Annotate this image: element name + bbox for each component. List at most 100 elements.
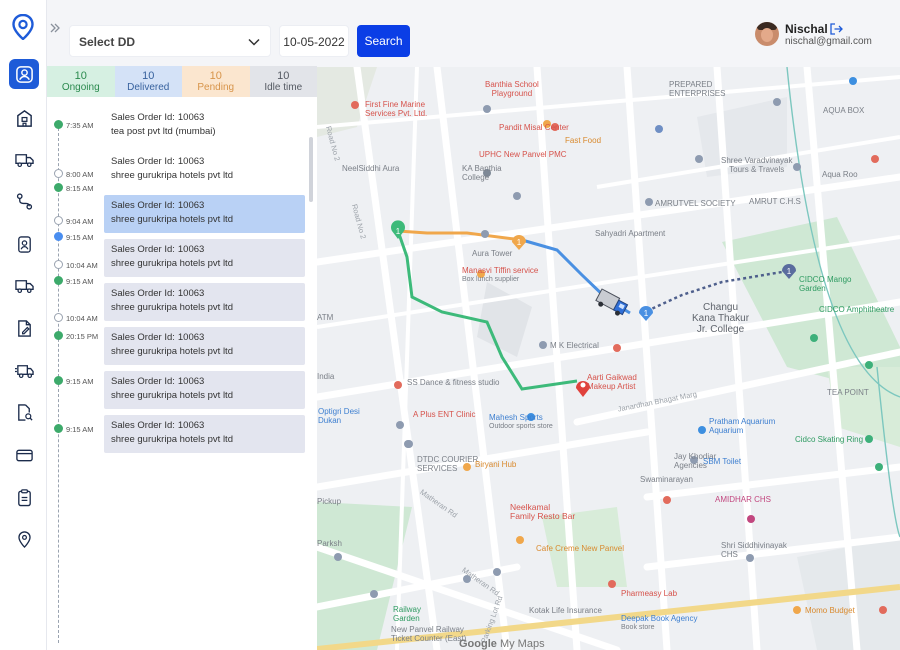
route-map[interactable]: 1 1 1 1 Banthia School Playground First … (317, 67, 900, 650)
timeline-dot (54, 424, 63, 433)
map-label: SS Dance & fitness studio (407, 378, 500, 387)
order-id-value: 10063 (177, 156, 205, 167)
map-label: Momo Budget (805, 606, 855, 615)
map-label: UPHC New Panvel PMC (479, 150, 567, 159)
map-label: A Plus ENT Clinic (413, 410, 476, 419)
map-label: KA Banthia College (462, 164, 502, 182)
tab-delivered-label: Delivered (127, 82, 170, 93)
nav-truck[interactable] (9, 270, 39, 300)
route-marker-label: 1 (787, 267, 792, 276)
map-label: AMRUTVEL SOCIETY (655, 199, 736, 208)
nav-route[interactable] (9, 186, 39, 216)
select-dd-dropdown[interactable]: Select DD (69, 25, 271, 57)
timeline-time: 9:04 AM (66, 217, 94, 226)
google-brand-text: Google (459, 638, 497, 650)
timeline-dot (54, 313, 63, 322)
nav-delivery[interactable] (9, 144, 39, 174)
order-id-value: 10063 (177, 332, 205, 343)
timeline-dot (54, 331, 63, 340)
map-label: Parksh (317, 539, 342, 548)
nav-truck-fast[interactable] (9, 355, 39, 385)
search-button[interactable]: Search (357, 25, 410, 57)
map-label: Aqua Roo (822, 170, 858, 179)
logout-icon[interactable] (829, 22, 843, 36)
nav-edit-document[interactable] (9, 313, 39, 343)
map-label: Railway Garden (393, 605, 422, 623)
tab-idle-time[interactable]: 10 Idle time (249, 66, 317, 97)
order-id-value: 10063 (177, 112, 205, 123)
route-marker-start[interactable]: 1 (391, 220, 405, 239)
map-label: Pickup (317, 497, 342, 506)
tab-ongoing[interactable]: 10 Ongoing (47, 66, 115, 97)
select-dd-label: Select DD (79, 35, 136, 49)
order-id-label: Sales Order Id: (111, 200, 175, 211)
order-card[interactable]: Sales Order Id: 10063 shree gurukripa hot… (104, 415, 305, 453)
order-id-value: 10063 (177, 420, 205, 431)
order-card[interactable]: Sales Order Id: 10063 shree gurukripa hot… (104, 239, 305, 277)
nav-location[interactable] (9, 524, 39, 554)
order-customer: tea post pvt ltd (mumbai) (111, 125, 216, 137)
order-id-label: Sales Order Id: (111, 376, 175, 387)
map-label: Manasvi Tiffin service (462, 266, 539, 275)
map-label: Swaminarayan (640, 475, 693, 484)
map-label: NeelSiddhi Aura (342, 164, 400, 173)
tab-idle-time-label: Idle time (264, 82, 303, 93)
route-marker-label: 1 (644, 309, 649, 318)
nav-id-badge[interactable] (9, 229, 39, 259)
sidebar-nav (0, 0, 47, 650)
order-card[interactable]: Sales Order Id: 10063 shree gurukripa hot… (104, 151, 305, 189)
timeline-dot (54, 216, 63, 225)
document-search-icon (17, 403, 33, 421)
nav-building[interactable] (9, 103, 39, 133)
map-label: Aquarium (709, 426, 744, 435)
tab-pending[interactable]: 10 Pending (182, 66, 250, 97)
location-logo-icon[interactable] (12, 14, 34, 40)
map-label: Outdoor sports store (489, 423, 553, 430)
nav-document-search[interactable] (9, 397, 39, 427)
list-scrollbar[interactable] (309, 137, 313, 202)
truck-vehicle-icon[interactable] (594, 288, 629, 318)
order-id-label: Sales Order Id: (111, 332, 175, 343)
timeline-dot (54, 260, 63, 269)
timeline-dot (54, 120, 63, 129)
date-field[interactable]: 10-05-2022 (279, 25, 349, 57)
order-card[interactable]: Sales Order Id: 10063 tea post pvt ltd (m… (104, 107, 305, 145)
tab-delivered[interactable]: 10 Delivered (114, 66, 182, 97)
order-id-value: 10063 (177, 288, 205, 299)
user-account-icon (15, 65, 33, 83)
order-customer: shree gurukripa hotels pvt ltd (111, 301, 233, 313)
order-id-label: Sales Order Id: (111, 288, 175, 299)
map-label: Cafe Creme New Panvel (536, 544, 625, 553)
timeline-time: 9:15 AM (66, 233, 94, 242)
edit-document-icon (17, 319, 31, 337)
map-label: Kotak Life Insurance (529, 606, 602, 615)
collapse-sidebar-button[interactable] (47, 18, 63, 38)
avatar[interactable] (755, 22, 779, 46)
order-card[interactable]: Sales Order Id: 10063 shree gurukripa hot… (104, 327, 305, 365)
map-label: Fast Food (565, 136, 602, 145)
nav-credit-card[interactable] (9, 440, 39, 470)
map-label: India (317, 372, 335, 381)
timeline-time: 10:04 AM (66, 314, 98, 323)
map-label: Shree Varadvinayak Tours & Travels (721, 156, 793, 174)
user-profile: Nischal nischal@gmail.com (755, 20, 895, 54)
order-card[interactable]: Sales Order Id: 10063 shree gurukripa hot… (104, 283, 305, 321)
google-maps-brand: Google My Maps (459, 638, 545, 650)
order-card[interactable]: Sales Order Id: 10063 shree gurukripa hot… (104, 371, 305, 409)
nav-user-account[interactable] (9, 59, 39, 89)
truck-icon (14, 279, 34, 293)
map-label: ATM (317, 313, 334, 322)
map-label: New Panvel Railway Ticket Counter (East) (391, 625, 467, 643)
map-label: Pandit Misal Center (499, 123, 569, 132)
tab-pending-count: 10 (209, 70, 222, 82)
map-label: AMIDHAR CHS (715, 495, 772, 504)
order-id-value: 10063 (177, 376, 205, 387)
id-badge-icon (17, 235, 31, 253)
route-marker-mid1[interactable]: 1 (512, 235, 526, 250)
nav-clipboard[interactable] (9, 482, 39, 512)
route-icon (16, 192, 32, 210)
order-card-selected[interactable]: Sales Order Id: 10063 shree gurukripa hot… (104, 195, 305, 233)
map-label: First Fine Marine Services Pvt. Ltd. (365, 100, 428, 118)
tab-pending-label: Pending (197, 82, 235, 93)
map-label: Aura Tower (472, 249, 513, 258)
